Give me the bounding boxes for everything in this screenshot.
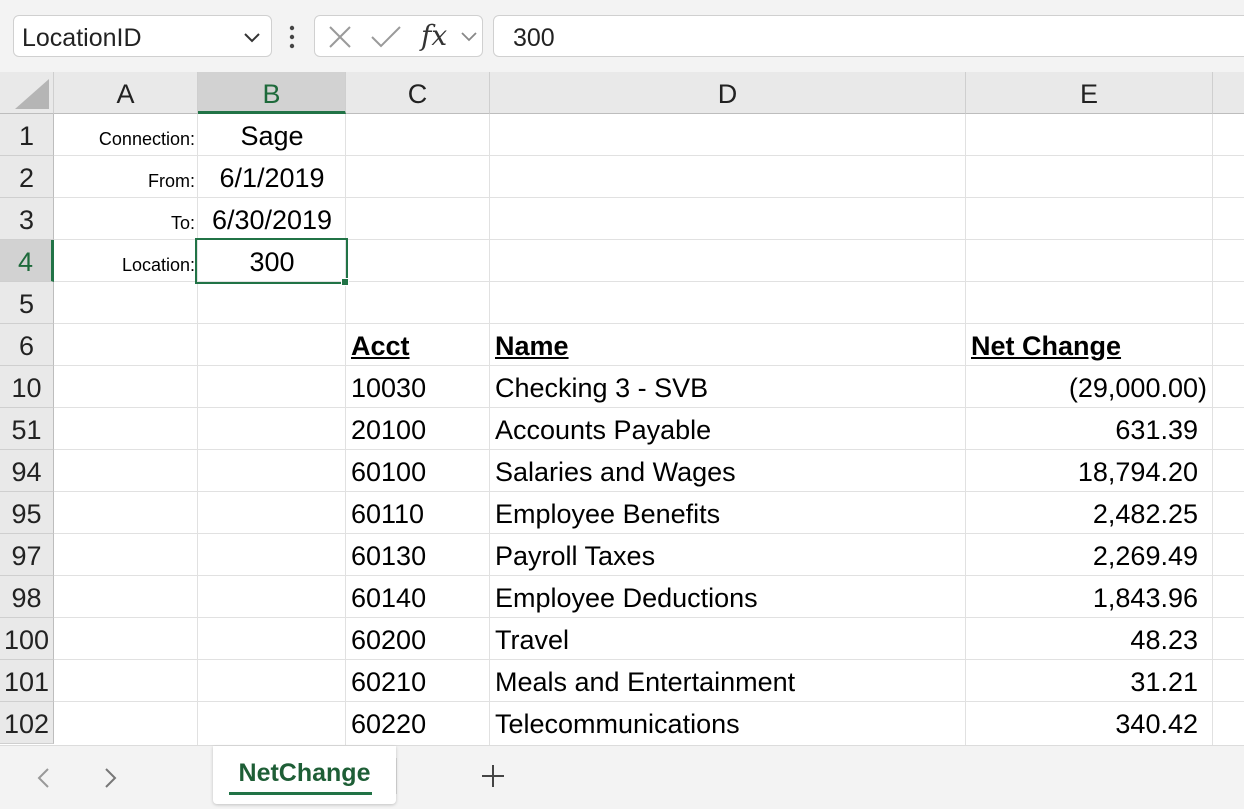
cell-name[interactable]: Accounts Payable: [495, 408, 966, 450]
row-header[interactable]: 1: [0, 114, 54, 156]
chevron-down-icon[interactable]: [243, 28, 261, 46]
cancel-icon[interactable]: [327, 24, 353, 50]
cell-acct[interactable]: 60220: [351, 702, 490, 744]
chevron-left-icon[interactable]: [34, 766, 54, 790]
cell-name[interactable]: Travel: [495, 618, 966, 660]
cell-name[interactable]: Payroll Taxes: [495, 534, 966, 576]
cell-net-change[interactable]: 18,794.20: [966, 450, 1198, 492]
cell-a3[interactable]: To:: [54, 198, 198, 240]
row-header[interactable]: 100: [0, 618, 54, 660]
select-all-button[interactable]: [0, 72, 54, 114]
cell-e6[interactable]: Net Change: [971, 324, 1213, 366]
row-header[interactable]: 98: [0, 576, 54, 618]
row-header[interactable]: 101: [0, 660, 54, 702]
column-header-c[interactable]: C: [346, 72, 490, 114]
add-sheet-icon[interactable]: [481, 764, 505, 788]
cell-name[interactable]: Employee Deductions: [495, 576, 966, 618]
name-box-value: LocationID: [22, 24, 142, 52]
formula-value: 300: [513, 24, 555, 52]
row-header[interactable]: 6: [0, 324, 54, 366]
formula-input[interactable]: 300: [493, 15, 1244, 57]
insert-function-icon[interactable]: fx: [421, 19, 447, 52]
column-header-b[interactable]: B: [198, 72, 346, 114]
cell-name[interactable]: Checking 3 - SVB: [495, 366, 966, 408]
cell-acct[interactable]: 60210: [351, 660, 490, 702]
row-header[interactable]: 5: [0, 282, 54, 324]
cell-acct[interactable]: 60140: [351, 576, 490, 618]
column-header-d[interactable]: D: [490, 72, 966, 114]
active-tab-indicator: [229, 792, 372, 795]
cell-b2[interactable]: 6/1/2019: [198, 156, 346, 198]
chevron-right-icon[interactable]: [100, 766, 120, 790]
sheet-tab-label: NetChange: [238, 759, 371, 787]
row-header[interactable]: 3: [0, 198, 54, 240]
cell-c6[interactable]: Acct: [351, 324, 490, 366]
row-header[interactable]: 2: [0, 156, 54, 198]
cell-net-change[interactable]: 48.23: [966, 618, 1198, 660]
cell-a2[interactable]: From:: [54, 156, 198, 198]
name-box[interactable]: LocationID: [13, 15, 272, 57]
column-header-a[interactable]: A: [54, 72, 198, 114]
cell-name[interactable]: Meals and Entertainment: [495, 660, 966, 702]
row-header[interactable]: 51: [0, 408, 54, 450]
cell-net-change[interactable]: 1,843.96: [966, 576, 1198, 618]
row-header[interactable]: 4: [0, 240, 54, 282]
chevron-down-icon[interactable]: [461, 30, 477, 44]
cell-acct[interactable]: 60100: [351, 450, 490, 492]
cell-a4[interactable]: Location:: [54, 240, 198, 282]
column-header-next[interactable]: [1213, 72, 1244, 114]
tab-divider: [396, 758, 397, 794]
sheet-tab-netchange[interactable]: NetChange: [213, 746, 396, 804]
enter-check-icon[interactable]: [370, 24, 402, 50]
cell-b3[interactable]: 6/30/2019: [198, 198, 346, 240]
cell-name[interactable]: Telecommunications: [495, 702, 966, 744]
cell-acct[interactable]: 60200: [351, 618, 490, 660]
cell-acct[interactable]: 60110: [351, 492, 490, 534]
cell-acct[interactable]: 20100: [351, 408, 490, 450]
cell-a1[interactable]: Connection:: [54, 114, 198, 156]
cell-acct[interactable]: 10030: [351, 366, 490, 408]
cell-net-change[interactable]: (29,000.00): [966, 366, 1207, 408]
row-header[interactable]: 97: [0, 534, 54, 576]
formula-bar: LocationID fx 300: [0, 0, 1244, 72]
row-header[interactable]: 102: [0, 702, 54, 744]
cell-net-change[interactable]: 631.39: [966, 408, 1198, 450]
cell-net-change[interactable]: 2,269.49: [966, 534, 1198, 576]
cell-net-change[interactable]: 2,482.25: [966, 492, 1198, 534]
formula-controls: fx: [314, 15, 483, 57]
cell-net-change[interactable]: 31.21: [966, 660, 1198, 702]
cell-name[interactable]: Salaries and Wages: [495, 450, 966, 492]
more-options-icon[interactable]: [288, 24, 296, 50]
cell-d6[interactable]: Name: [495, 324, 966, 366]
active-cell-selection[interactable]: [195, 238, 348, 284]
worksheet-grid: A B C D E 1 2 3 4 5 6 10 51 94 95 97 98 …: [0, 72, 1244, 745]
cell-name[interactable]: Employee Benefits: [495, 492, 966, 534]
row-header[interactable]: 95: [0, 492, 54, 534]
row-header[interactable]: 10: [0, 366, 54, 408]
cell-acct[interactable]: 60130: [351, 534, 490, 576]
sheet-tab-bar: NetChange: [0, 745, 1244, 809]
cell-net-change[interactable]: 340.42: [966, 702, 1198, 744]
column-header-e[interactable]: E: [966, 72, 1213, 114]
cell-b1[interactable]: Sage: [198, 114, 346, 156]
fill-handle[interactable]: [341, 278, 349, 286]
row-header[interactable]: 94: [0, 450, 54, 492]
